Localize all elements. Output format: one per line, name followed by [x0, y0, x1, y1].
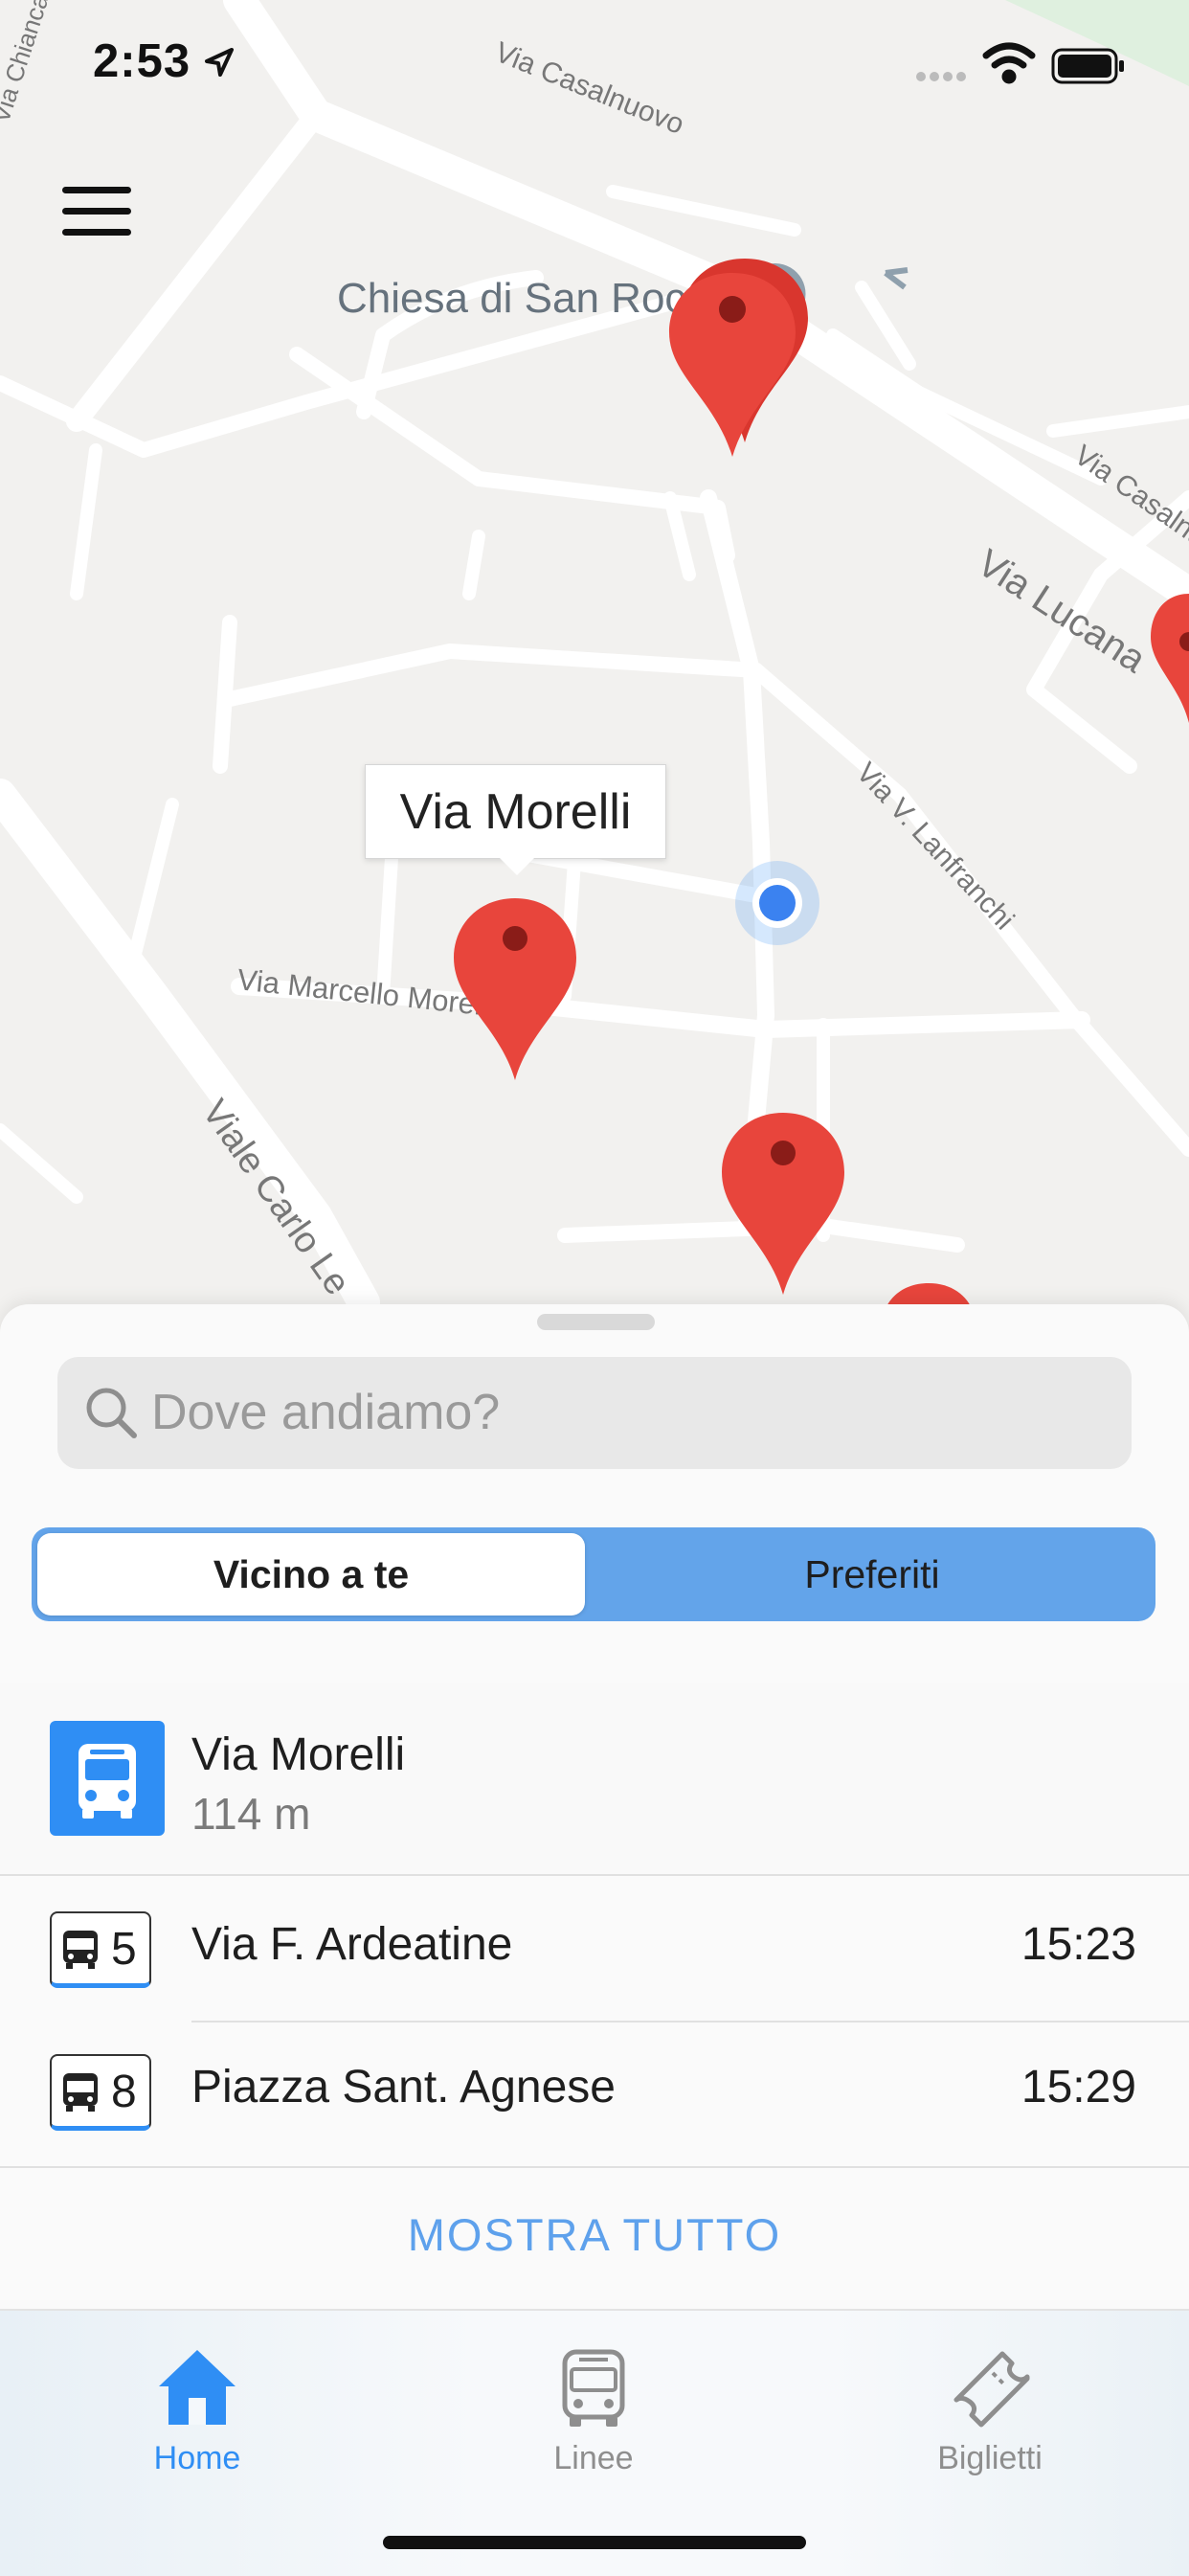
map-label-church[interactable]: Chiesa di San Rocco — [337, 275, 730, 322]
show-all-button[interactable]: MOSTRA TUTTO — [0, 2187, 1189, 2283]
map-view[interactable]: Chiesa di San Rocco Via Casalnuovo Via C… — [0, 0, 1189, 1341]
tab-home[interactable]: Home — [82, 2330, 312, 2483]
line-number: 5 — [111, 1924, 137, 1975]
bus-icon — [63, 1931, 98, 1969]
location-arrow-icon — [205, 48, 234, 77]
status-icons — [916, 42, 1124, 84]
status-bar: 2:53 — [0, 0, 1189, 134]
home-icon — [159, 2350, 236, 2425]
segment-vicino-a-te[interactable]: Vicino a te — [37, 1533, 585, 1616]
sheet-grabber[interactable] — [537, 1314, 655, 1330]
bus-icon — [63, 2073, 98, 2112]
segmented-control[interactable]: Vicino a te Preferiti — [32, 1527, 1155, 1621]
line-destination: Piazza Sant. Agnese — [191, 2062, 616, 2113]
line-destination: Via F. Ardeatine — [191, 1919, 513, 1970]
tab-label: Linee — [553, 2440, 634, 2476]
stop-name: Via Morelli — [191, 1729, 406, 1780]
bus-stop-icon — [50, 1721, 165, 1836]
ticket-icon — [953, 2351, 1030, 2428]
line-badge: 5 — [50, 1911, 151, 1988]
bottom-sheet: Dove andiamo? Vicino a te Preferiti Via … — [0, 1304, 1189, 2310]
line-number: 8 — [111, 2067, 137, 2117]
line-time: 15:23 — [1021, 1919, 1136, 1970]
search-placeholder: Dove andiamo? — [151, 1385, 501, 1440]
tab-linee[interactable]: Linee — [479, 2330, 708, 2483]
hamburger-menu-icon[interactable] — [46, 168, 146, 254]
wifi-icon — [982, 42, 1036, 84]
tab-label: Home — [153, 2440, 241, 2476]
signal-icon — [916, 72, 966, 81]
user-location-dot — [735, 861, 819, 945]
tab-biglietti[interactable]: Biglietti — [875, 2330, 1105, 2483]
battery-icon — [1051, 48, 1124, 84]
line-row[interactable]: 5 Via F. Ardeatine 15:23 — [0, 1876, 1189, 2020]
bus-icon — [562, 2349, 625, 2427]
stop-row[interactable]: Via Morelli 114 m — [0, 1683, 1189, 1874]
search-icon — [86, 1388, 137, 1438]
line-badge: 8 — [50, 2054, 151, 2131]
divider — [0, 2166, 1189, 2168]
line-row[interactable]: 8 Piazza Sant. Agnese 15:29 — [0, 2019, 1189, 2162]
segment-preferiti[interactable]: Preferiti — [594, 1533, 1150, 1616]
search-input[interactable]: Dove andiamo? — [57, 1357, 1132, 1469]
line-time: 15:29 — [1021, 2062, 1136, 2113]
map-callout[interactable]: Via Morelli — [365, 764, 666, 875]
tab-label: Biglietti — [937, 2440, 1043, 2476]
status-time: 2:53 — [93, 35, 191, 87]
home-indicator[interactable] — [383, 2536, 806, 2549]
stop-distance: 114 m — [191, 1789, 311, 1839]
